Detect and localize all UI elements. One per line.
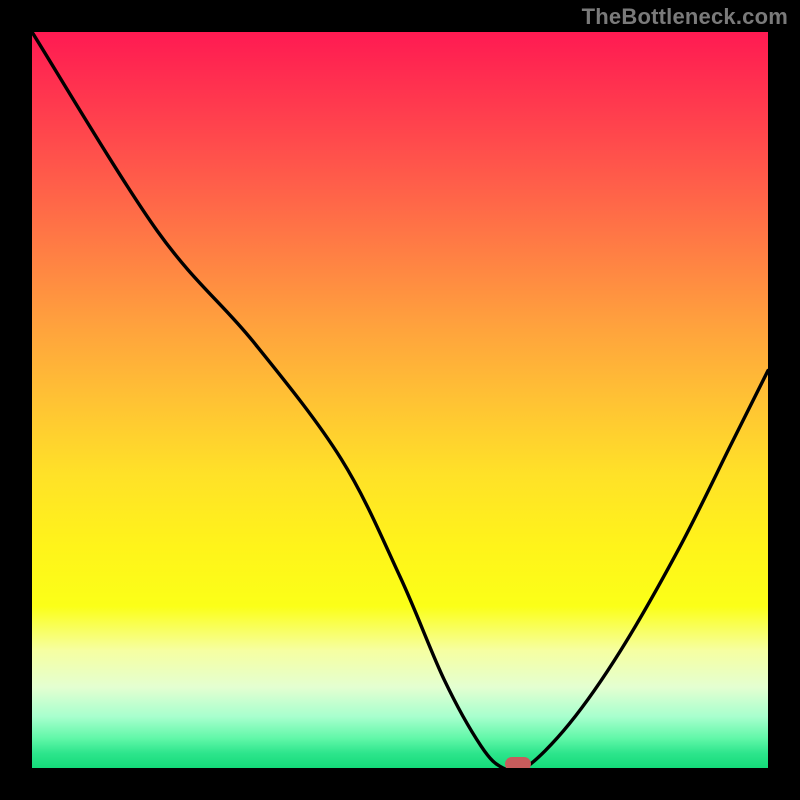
chart-frame: TheBottleneck.com xyxy=(0,0,800,800)
optimum-marker xyxy=(505,757,531,768)
watermark-text: TheBottleneck.com xyxy=(582,4,788,30)
bottleneck-curve xyxy=(32,32,768,768)
plot-area xyxy=(32,32,768,768)
